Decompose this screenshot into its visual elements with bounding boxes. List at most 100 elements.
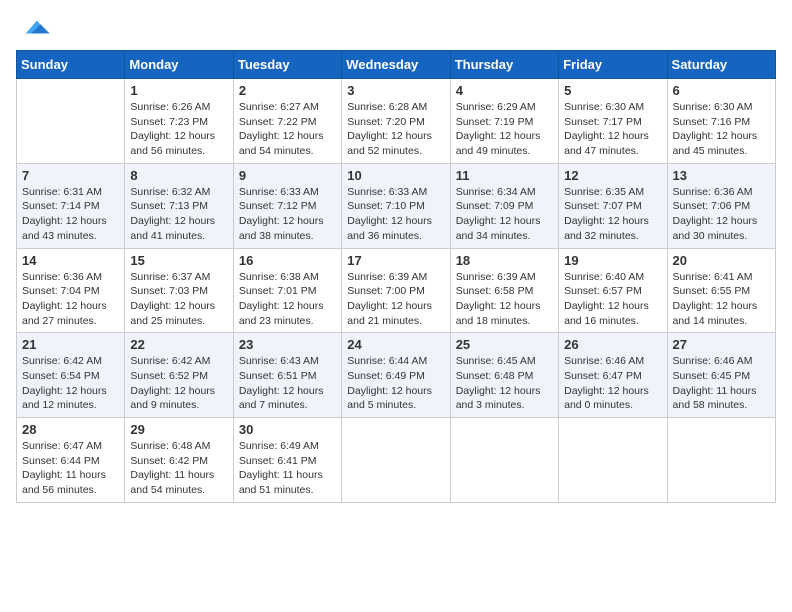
day-info: Sunrise: 6:28 AM Sunset: 7:20 PM Dayligh… [347,100,444,159]
day-number: 16 [239,253,336,268]
day-number: 2 [239,83,336,98]
day-info: Sunrise: 6:46 AM Sunset: 6:45 PM Dayligh… [673,354,770,413]
logo-icon [22,16,50,38]
day-number: 8 [130,168,227,183]
calendar-cell: 3 Sunrise: 6:28 AM Sunset: 7:20 PM Daylig… [342,79,450,164]
day-number: 14 [22,253,119,268]
calendar-cell: 15 Sunrise: 6:37 AM Sunset: 7:03 PM Dayli… [125,248,233,333]
calendar-cell: 5 Sunrise: 6:30 AM Sunset: 7:17 PM Daylig… [559,79,667,164]
calendar-cell: 14 Sunrise: 6:36 AM Sunset: 7:04 PM Dayli… [17,248,125,333]
calendar-cell: 27Sunrise: 6:46 AM Sunset: 6:45 PM Dayli… [667,333,775,418]
day-number: 17 [347,253,444,268]
calendar-cell: 20 Sunrise: 6:41 AM Sunset: 6:55 PM Dayli… [667,248,775,333]
day-number: 4 [456,83,553,98]
day-info: Sunrise: 6:42 AM Sunset: 6:54 PM Dayligh… [22,354,119,413]
day-info: Sunrise: 6:36 AM Sunset: 7:04 PM Dayligh… [22,270,119,329]
day-info: Sunrise: 6:39 AM Sunset: 7:00 PM Dayligh… [347,270,444,329]
calendar-cell: 18 Sunrise: 6:39 AM Sunset: 6:58 PM Dayli… [450,248,558,333]
column-header-tuesday: Tuesday [233,51,341,79]
day-number: 29 [130,422,227,437]
calendar-cell: 2 Sunrise: 6:27 AM Sunset: 7:22 PM Daylig… [233,79,341,164]
day-info: Sunrise: 6:30 AM Sunset: 7:17 PM Dayligh… [564,100,661,159]
logo [16,16,50,38]
calendar: SundayMondayTuesdayWednesdayThursdayFrid… [16,50,776,503]
calendar-cell: 8 Sunrise: 6:32 AM Sunset: 7:13 PM Daylig… [125,163,233,248]
column-header-friday: Friday [559,51,667,79]
day-info: Sunrise: 6:44 AM Sunset: 6:49 PM Dayligh… [347,354,444,413]
day-info: Sunrise: 6:45 AM Sunset: 6:48 PM Dayligh… [456,354,553,413]
calendar-cell: 1 Sunrise: 6:26 AM Sunset: 7:23 PM Daylig… [125,79,233,164]
day-info: Sunrise: 6:26 AM Sunset: 7:23 PM Dayligh… [130,100,227,159]
day-number: 18 [456,253,553,268]
calendar-week-4: 21 Sunrise: 6:42 AM Sunset: 6:54 PM Dayli… [17,333,776,418]
day-info: Sunrise: 6:29 AM Sunset: 7:19 PM Dayligh… [456,100,553,159]
day-number: 13 [673,168,770,183]
calendar-cell: 16Sunrise: 6:38 AM Sunset: 7:01 PM Dayli… [233,248,341,333]
day-number: 5 [564,83,661,98]
calendar-cell [559,418,667,503]
calendar-cell: 12Sunrise: 6:35 AM Sunset: 7:07 PM Dayli… [559,163,667,248]
day-number: 3 [347,83,444,98]
day-number: 30 [239,422,336,437]
column-header-sunday: Sunday [17,51,125,79]
page-header [16,16,776,38]
day-number: 19 [564,253,661,268]
day-info: Sunrise: 6:30 AM Sunset: 7:16 PM Dayligh… [673,100,770,159]
calendar-cell: 17 Sunrise: 6:39 AM Sunset: 7:00 PM Dayli… [342,248,450,333]
calendar-cell [17,79,125,164]
calendar-cell: 28 Sunrise: 6:47 AM Sunset: 6:44 PM Dayli… [17,418,125,503]
day-info: Sunrise: 6:47 AM Sunset: 6:44 PM Dayligh… [22,439,119,498]
calendar-header-row: SundayMondayTuesdayWednesdayThursdayFrid… [17,51,776,79]
calendar-cell: 26Sunrise: 6:46 AM Sunset: 6:47 PM Dayli… [559,333,667,418]
day-info: Sunrise: 6:34 AM Sunset: 7:09 PM Dayligh… [456,185,553,244]
day-info: Sunrise: 6:27 AM Sunset: 7:22 PM Dayligh… [239,100,336,159]
column-header-thursday: Thursday [450,51,558,79]
calendar-cell [667,418,775,503]
day-info: Sunrise: 6:35 AM Sunset: 7:07 PM Dayligh… [564,185,661,244]
day-number: 15 [130,253,227,268]
calendar-cell: 6 Sunrise: 6:30 AM Sunset: 7:16 PM Daylig… [667,79,775,164]
calendar-cell [450,418,558,503]
calendar-cell: 30 Sunrise: 6:49 AM Sunset: 6:41 PM Dayli… [233,418,341,503]
day-info: Sunrise: 6:42 AM Sunset: 6:52 PM Dayligh… [130,354,227,413]
day-info: Sunrise: 6:49 AM Sunset: 6:41 PM Dayligh… [239,439,336,498]
day-info: Sunrise: 6:46 AM Sunset: 6:47 PM Dayligh… [564,354,661,413]
day-number: 25 [456,337,553,352]
day-number: 24 [347,337,444,352]
calendar-cell: 7Sunrise: 6:31 AM Sunset: 7:14 PM Daylig… [17,163,125,248]
day-number: 21 [22,337,119,352]
day-info: Sunrise: 6:40 AM Sunset: 6:57 PM Dayligh… [564,270,661,329]
calendar-cell: 29 Sunrise: 6:48 AM Sunset: 6:42 PM Dayli… [125,418,233,503]
calendar-cell [342,418,450,503]
calendar-week-1: 1 Sunrise: 6:26 AM Sunset: 7:23 PM Daylig… [17,79,776,164]
column-header-monday: Monday [125,51,233,79]
day-info: Sunrise: 6:31 AM Sunset: 7:14 PM Dayligh… [22,185,119,244]
day-info: Sunrise: 6:48 AM Sunset: 6:42 PM Dayligh… [130,439,227,498]
column-header-saturday: Saturday [667,51,775,79]
day-number: 28 [22,422,119,437]
day-info: Sunrise: 6:33 AM Sunset: 7:12 PM Dayligh… [239,185,336,244]
day-info: Sunrise: 6:33 AM Sunset: 7:10 PM Dayligh… [347,185,444,244]
calendar-cell: 10 Sunrise: 6:33 AM Sunset: 7:10 PM Dayli… [342,163,450,248]
day-number: 11 [456,168,553,183]
calendar-cell: 11 Sunrise: 6:34 AM Sunset: 7:09 PM Dayli… [450,163,558,248]
day-number: 22 [130,337,227,352]
calendar-cell: 24 Sunrise: 6:44 AM Sunset: 6:49 PM Dayli… [342,333,450,418]
day-number: 6 [673,83,770,98]
calendar-cell: 21 Sunrise: 6:42 AM Sunset: 6:54 PM Dayli… [17,333,125,418]
day-number: 23 [239,337,336,352]
day-info: Sunrise: 6:32 AM Sunset: 7:13 PM Dayligh… [130,185,227,244]
calendar-cell: 13 Sunrise: 6:36 AM Sunset: 7:06 PM Dayli… [667,163,775,248]
day-info: Sunrise: 6:37 AM Sunset: 7:03 PM Dayligh… [130,270,227,329]
day-number: 1 [130,83,227,98]
calendar-cell: 25 Sunrise: 6:45 AM Sunset: 6:48 PM Dayli… [450,333,558,418]
day-number: 9 [239,168,336,183]
calendar-cell: 23Sunrise: 6:43 AM Sunset: 6:51 PM Dayli… [233,333,341,418]
calendar-week-5: 28 Sunrise: 6:47 AM Sunset: 6:44 PM Dayli… [17,418,776,503]
day-info: Sunrise: 6:41 AM Sunset: 6:55 PM Dayligh… [673,270,770,329]
calendar-cell: 22 Sunrise: 6:42 AM Sunset: 6:52 PM Dayli… [125,333,233,418]
day-number: 20 [673,253,770,268]
day-info: Sunrise: 6:39 AM Sunset: 6:58 PM Dayligh… [456,270,553,329]
day-info: Sunrise: 6:36 AM Sunset: 7:06 PM Dayligh… [673,185,770,244]
day-number: 10 [347,168,444,183]
